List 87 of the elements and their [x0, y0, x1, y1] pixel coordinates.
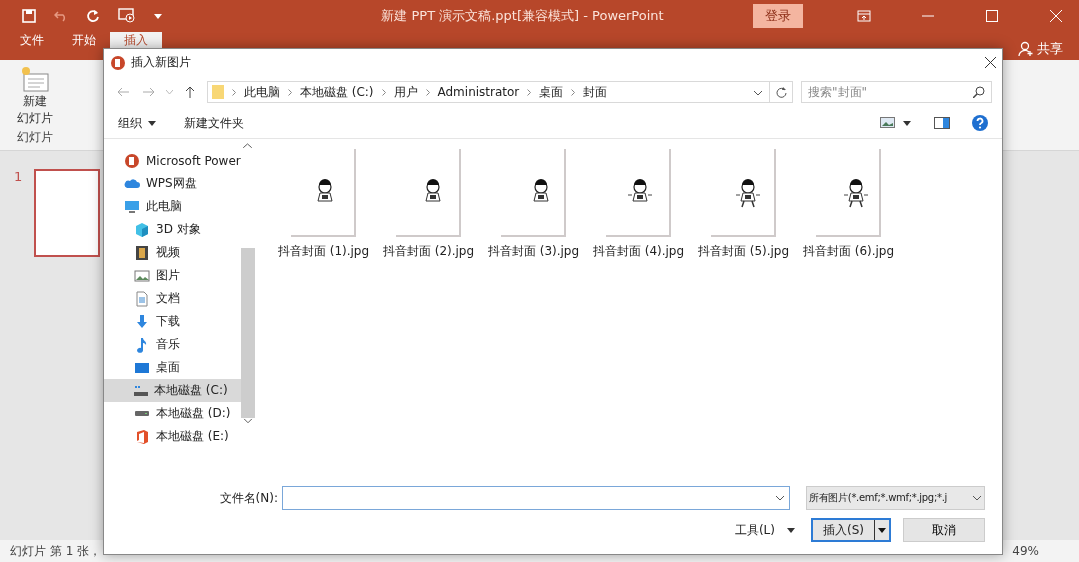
- chevron-down-icon: [753, 90, 763, 96]
- insert-button[interactable]: 插入(S): [811, 518, 891, 542]
- cancel-button[interactable]: 取消: [903, 518, 985, 542]
- preview-pane-icon[interactable]: [934, 117, 950, 129]
- new-folder-button[interactable]: 新建文件夹: [184, 114, 244, 132]
- document-icon: [134, 290, 150, 307]
- nav-item[interactable]: 本地磁盘 (C:): [104, 379, 241, 402]
- chevron-down-icon: [972, 495, 982, 501]
- nav-item[interactable]: 此电脑: [104, 195, 241, 218]
- share-button[interactable]: 共享: [1018, 40, 1063, 58]
- nav-item[interactable]: 本地磁盘 (D:): [104, 402, 241, 425]
- drive-icon: [134, 385, 148, 396]
- monitor-icon: [124, 198, 140, 215]
- nav-item[interactable]: 文档: [104, 287, 241, 310]
- organize-menu[interactable]: 组织: [118, 114, 156, 132]
- slideshow-icon[interactable]: [118, 8, 136, 24]
- breadcrumb-item[interactable]: 此电脑: [243, 83, 280, 101]
- login-button[interactable]: 登录: [753, 4, 803, 28]
- window-title: 新建 PPT 演示文稿.ppt[兼容模式] - PowerPoint: [380, 7, 665, 25]
- breadcrumb-item[interactable]: 用户: [393, 83, 418, 101]
- file-name-label: 文件名(N):: [219, 489, 278, 507]
- powerpoint-icon: [124, 152, 140, 169]
- new-slide-label[interactable]: 幻灯片: [17, 111, 53, 126]
- caret-icon: [148, 120, 156, 126]
- caret-icon: [154, 13, 162, 19]
- chevron-down-icon: [775, 495, 785, 501]
- breadcrumb-item[interactable]: 封面: [583, 83, 608, 101]
- redo-icon[interactable]: [86, 9, 100, 23]
- powerpoint-icon: [110, 54, 126, 71]
- nav-item[interactable]: 图片: [104, 264, 241, 287]
- search-field[interactable]: 搜索"封面": [801, 81, 992, 103]
- caret-icon: [787, 527, 795, 533]
- nav-item[interactable]: 本地磁盘 (E:): [104, 425, 241, 448]
- chevron-right-icon: [571, 88, 576, 96]
- cube-icon: [134, 221, 150, 238]
- tools-menu[interactable]: 工具(L): [734, 521, 795, 539]
- group-label: 幻灯片: [17, 129, 53, 146]
- search-icon: [973, 86, 985, 98]
- address-bar[interactable]: 此电脑 本地磁盘 (C:) 用户 Administrator 桌面 封面: [206, 81, 793, 103]
- file-name[interactable]: 抖音封面 (6).jpg: [802, 243, 895, 260]
- download-arrow-icon: [134, 313, 150, 330]
- maximize-icon[interactable]: [986, 10, 998, 22]
- nav-item[interactable]: 3D 对象: [104, 218, 241, 241]
- ribbon-tab[interactable]: 文件: [6, 32, 58, 61]
- file-name[interactable]: 抖音封面 (2).jpg: [382, 243, 475, 260]
- up-arrow-icon[interactable]: [184, 86, 195, 98]
- breadcrumb-item[interactable]: 桌面: [539, 83, 564, 101]
- status-text: 幻灯片 第 1 张，: [10, 542, 102, 560]
- breadcrumb-item[interactable]: Administrator: [437, 85, 520, 99]
- drive-icon: [135, 411, 149, 416]
- office-icon: [134, 428, 150, 445]
- refresh-icon[interactable]: [775, 86, 787, 98]
- film-icon: [134, 244, 150, 261]
- breadcrumb-item[interactable]: 本地磁盘 (C:): [299, 83, 374, 101]
- help-icon[interactable]: [972, 115, 988, 131]
- new-slide-label[interactable]: 新建: [23, 94, 47, 109]
- nav-item[interactable]: Microsoft Power: [104, 149, 241, 172]
- nav-item[interactable]: 音乐: [104, 333, 241, 356]
- slide-thumbnail[interactable]: [34, 169, 100, 257]
- chevron-up-icon[interactable]: [243, 143, 253, 148]
- file-name-field[interactable]: [282, 486, 790, 510]
- chevron-right-icon: [381, 88, 386, 96]
- chevron-down-icon: [242, 418, 253, 424]
- file-type-dropdown[interactable]: 所有图片(*.emf;*.wmf;*.jpg;*.j: [806, 486, 985, 510]
- slide-number: 1: [14, 169, 23, 186]
- chevron-right-icon: [231, 88, 236, 96]
- nav-item[interactable]: 视频: [104, 241, 241, 264]
- file-name[interactable]: 抖音封面 (3).jpg: [487, 243, 580, 260]
- save-icon[interactable]: [22, 9, 36, 23]
- person-add-icon: [1018, 41, 1034, 57]
- chevron-right-icon: [527, 88, 532, 96]
- file-name[interactable]: 抖音封面 (4).jpg: [592, 243, 685, 260]
- nav-item[interactable]: WPS网盘: [104, 172, 241, 195]
- view-options-icon[interactable]: [880, 117, 912, 129]
- zoom-level[interactable]: 49%: [1012, 544, 1039, 558]
- nav-item[interactable]: 桌面: [104, 356, 241, 379]
- chevron-right-icon: [425, 88, 430, 96]
- folder-icon: [211, 85, 224, 99]
- ribbon-tab[interactable]: 开始: [58, 32, 110, 61]
- file-name[interactable]: 抖音封面 (1).jpg: [277, 243, 370, 260]
- file-name[interactable]: 抖音封面 (5).jpg: [697, 243, 790, 260]
- close-icon[interactable]: [985, 57, 996, 68]
- image-icon: [134, 267, 150, 284]
- ribbon-display-icon[interactable]: [857, 10, 871, 22]
- chevron-right-icon: [287, 88, 292, 96]
- caret-icon: [878, 527, 886, 533]
- nav-item[interactable]: 下载: [104, 310, 241, 333]
